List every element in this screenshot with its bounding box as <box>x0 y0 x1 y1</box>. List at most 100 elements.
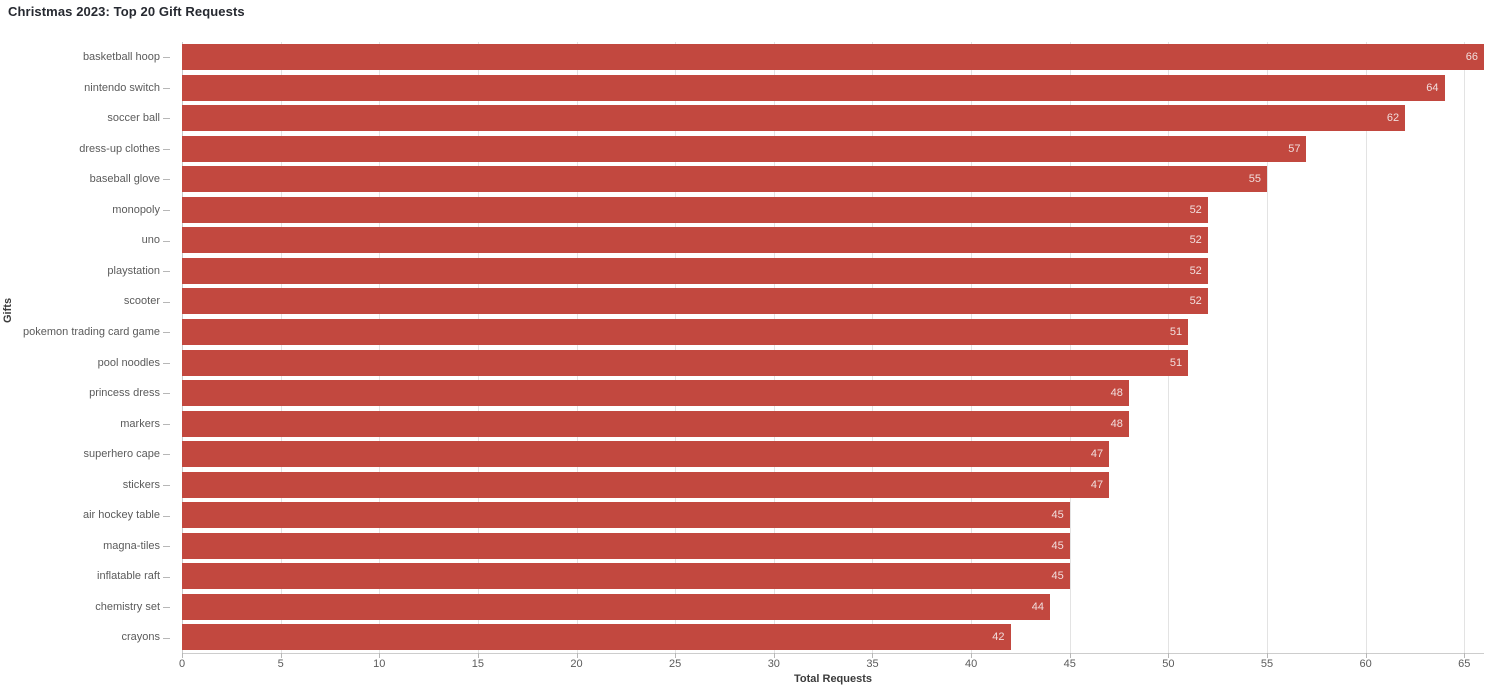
bar-row[interactable]: 47 <box>182 439 1496 470</box>
y-tick-mark <box>163 362 170 364</box>
y-tick-mark <box>163 87 170 89</box>
y-tick-mark <box>163 546 170 548</box>
y-tick-mark <box>163 271 170 273</box>
bar-row[interactable]: 52 <box>182 195 1496 226</box>
x-tick-label: 0 <box>178 658 186 670</box>
bar-row[interactable]: 44 <box>182 592 1496 623</box>
bar-row[interactable]: 48 <box>182 409 1496 440</box>
y-tick-label: soccer ball <box>107 112 160 125</box>
y-tick-mark <box>163 148 170 150</box>
x-tick-label: 40 <box>964 658 978 670</box>
bar-value-label: 45 <box>1051 539 1064 552</box>
bar-value-label: 52 <box>1189 264 1202 277</box>
bar-value-label: 52 <box>1189 295 1202 308</box>
bar-row[interactable]: 52 <box>182 256 1496 287</box>
y-tick-label: magna-tiles <box>103 539 160 552</box>
bar-value-label: 55 <box>1248 173 1261 186</box>
y-tick-label: air hockey table <box>82 509 160 522</box>
bar-value-label: 51 <box>1169 356 1183 369</box>
y-tick-mark <box>163 454 170 456</box>
bar-row[interactable]: 62 <box>182 103 1496 134</box>
x-tick-label: 45 <box>1063 658 1076 670</box>
bar-value-label: 47 <box>1090 478 1104 491</box>
bar-row[interactable]: 52 <box>182 286 1496 317</box>
y-tick-mark <box>163 301 170 303</box>
y-tick-mark <box>163 57 170 59</box>
x-tick-label: 55 <box>1260 658 1274 670</box>
bar-value-label: 57 <box>1288 142 1301 155</box>
x-tick-label: 10 <box>373 658 386 670</box>
y-tick-label: nintendo switch <box>84 81 160 94</box>
x-tick-label: 60 <box>1359 658 1372 670</box>
x-tick-label: 15 <box>471 658 485 670</box>
x-tick-label: 25 <box>669 658 682 670</box>
bar-chart: Christmas 2023: Top 20 Gift Requests Gif… <box>0 0 1496 695</box>
bar-row[interactable]: 45 <box>182 500 1496 531</box>
bar-row[interactable]: 45 <box>182 531 1496 562</box>
bar-value-label: 52 <box>1189 234 1202 247</box>
y-tick-mark <box>163 484 170 486</box>
y-tick-label: uno <box>141 234 160 247</box>
y-tick-label: baseball glove <box>89 173 160 186</box>
y-tick-label: monopoly <box>112 203 160 216</box>
y-tick-label: scooter <box>123 295 160 308</box>
y-tick-mark <box>163 576 170 578</box>
x-axis-title: Total Requests <box>793 673 873 685</box>
x-tick-label: 35 <box>866 658 879 670</box>
bar-row[interactable]: 55 <box>182 164 1496 195</box>
x-axis-baseline <box>182 653 1484 654</box>
bar-value-label: 45 <box>1051 509 1064 522</box>
y-tick-label: princess dress <box>89 387 160 400</box>
bar-row[interactable]: 52 <box>182 225 1496 256</box>
y-tick-label: inflatable raft <box>97 570 160 583</box>
bar-row[interactable]: 51 <box>182 317 1496 348</box>
bar-row[interactable]: 51 <box>182 348 1496 379</box>
bar-row[interactable]: 48 <box>182 378 1496 409</box>
y-tick-mark <box>163 179 170 181</box>
y-tick-label: pokemon trading card game <box>23 325 160 338</box>
bar-row[interactable]: 45 <box>182 561 1496 592</box>
x-tick-label: 20 <box>570 658 583 670</box>
chart-title: Christmas 2023: Top 20 Gift Requests <box>8 4 245 19</box>
y-tick-label: dress-up clothes <box>79 142 160 155</box>
plot-area: 66 64 62 57 55 52 52 52 52 51 51 48 48 47 47 45 45 45 44 42 <box>182 42 1484 653</box>
y-tick-label: markers <box>120 417 160 430</box>
x-tick-label: 5 <box>277 658 284 670</box>
bar-row[interactable]: 42 <box>182 622 1496 653</box>
y-tick-label: crayons <box>121 631 160 644</box>
bar-value-label: 47 <box>1090 448 1104 461</box>
x-tick-label: 65 <box>1458 658 1471 670</box>
y-tick-mark <box>163 515 170 517</box>
y-axis: basketball hoop nintendo switch soccer bal… <box>0 42 182 653</box>
bar-value-label: 45 <box>1051 570 1064 583</box>
bar-row[interactable]: 64 <box>182 73 1496 104</box>
x-tick-label: 50 <box>1162 658 1175 670</box>
y-tick-label: playstation <box>107 264 160 277</box>
x-tick-label: 30 <box>767 658 780 670</box>
bar-row[interactable]: 66 <box>182 42 1496 73</box>
bar-value-label: 66 <box>1465 51 1478 63</box>
bar-row[interactable]: 57 <box>182 134 1496 165</box>
y-tick-label: chemistry set <box>95 600 160 613</box>
bar-value-label: 42 <box>992 631 1005 644</box>
bar-value-label: 64 <box>1426 81 1439 94</box>
y-tick-mark <box>163 423 170 425</box>
y-tick-mark <box>163 393 170 395</box>
y-tick-label: superhero cape <box>83 448 160 461</box>
y-tick-label: pool noodles <box>97 356 160 369</box>
bar-value-label: 51 <box>1169 325 1183 338</box>
y-tick-label: stickers <box>122 478 160 491</box>
y-tick-label: basketball hoop <box>82 51 160 63</box>
bar-value-label: 62 <box>1386 112 1400 125</box>
y-tick-mark <box>163 332 170 334</box>
bar-value-label: 48 <box>1110 417 1123 430</box>
y-tick-mark <box>163 118 170 120</box>
y-tick-mark <box>163 607 170 609</box>
bar-value-label: 48 <box>1110 387 1123 400</box>
bar-value-label: 44 <box>1031 600 1044 613</box>
bar-value-label: 52 <box>1189 203 1202 216</box>
y-tick-mark <box>163 210 170 212</box>
y-tick-mark <box>163 637 170 639</box>
bar-row[interactable]: 47 <box>182 470 1496 501</box>
y-tick-mark <box>163 240 170 242</box>
